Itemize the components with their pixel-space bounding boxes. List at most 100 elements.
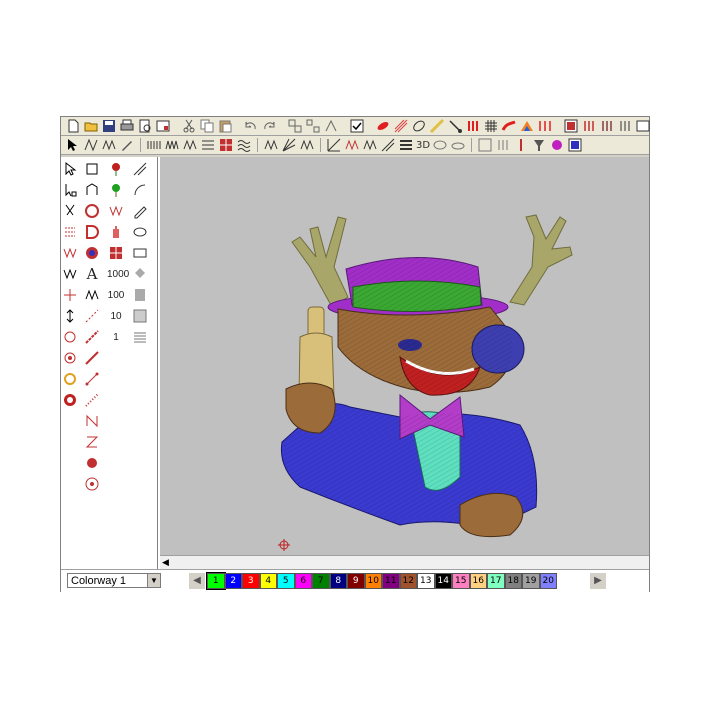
cut-icon[interactable] (181, 118, 197, 134)
chevron-down-icon[interactable]: ▼ (147, 574, 160, 587)
1000-icon[interactable]: 1000 (107, 266, 129, 283)
design-canvas[interactable] (160, 157, 649, 555)
grid-icon[interactable] (483, 118, 499, 134)
letter-g-icon[interactable] (83, 203, 101, 220)
wave-icon[interactable] (182, 137, 198, 153)
stop-icon[interactable] (599, 118, 615, 134)
hoop-icon[interactable] (61, 350, 79, 367)
zigzag-n-icon[interactable] (83, 413, 101, 430)
ripple-icon[interactable] (236, 137, 252, 153)
pencil-icon[interactable] (131, 203, 149, 220)
puff-icon[interactable] (450, 137, 466, 153)
horizontal-scrollbar[interactable]: ◀ (160, 555, 649, 570)
line-icon[interactable] (429, 118, 445, 134)
redo-icon[interactable] (261, 118, 277, 134)
dotted-line-icon[interactable] (83, 308, 101, 325)
color-swatch[interactable]: 15 (452, 573, 470, 589)
ungroup-icon[interactable] (305, 118, 321, 134)
print-icon[interactable] (119, 118, 135, 134)
stitch-type-icon[interactable] (101, 137, 117, 153)
color-swatch[interactable]: 9 (347, 573, 365, 589)
color-swatch[interactable]: 11 (382, 573, 400, 589)
node-select-icon[interactable] (61, 182, 79, 199)
color-swatch[interactable]: 6 (294, 573, 312, 589)
pattern-icon[interactable] (200, 137, 216, 153)
color-swatch[interactable]: 2 (224, 573, 242, 589)
split-icon[interactable] (61, 287, 79, 304)
undo-icon[interactable] (243, 118, 259, 134)
point-line-icon[interactable] (83, 371, 101, 388)
applique-icon[interactable] (501, 118, 517, 134)
color-swatch[interactable]: 1 (206, 572, 226, 590)
chess-icon[interactable] (131, 287, 149, 304)
3d-label[interactable]: 3D (416, 140, 430, 151)
record-icon[interactable] (61, 392, 79, 409)
pen-icon[interactable] (119, 137, 135, 153)
diagonal-lines-icon[interactable] (131, 161, 149, 178)
emboss-icon[interactable] (432, 137, 448, 153)
color-swatch[interactable]: 17 (487, 573, 505, 589)
needle-down-icon[interactable] (513, 137, 529, 153)
outline-icon[interactable] (411, 118, 427, 134)
new-icon[interactable] (65, 118, 81, 134)
color-swatch[interactable]: 19 (522, 573, 540, 589)
colorway-select[interactable]: Colorway 1 ▼ (67, 573, 161, 588)
bead-line-icon[interactable] (83, 329, 101, 346)
select-arrow-icon[interactable] (65, 137, 81, 153)
chain-icon[interactable] (83, 392, 101, 409)
move-icon[interactable] (61, 308, 79, 325)
check-icon[interactable] (349, 118, 365, 134)
lines-icon[interactable] (398, 137, 414, 153)
bottle-icon[interactable] (107, 224, 125, 241)
layout-icon[interactable] (477, 137, 493, 153)
1-icon[interactable]: 1 (107, 329, 125, 346)
contour-icon[interactable] (299, 137, 315, 153)
scissors-icon[interactable] (61, 203, 79, 220)
color-swatch[interactable]: 13 (417, 573, 435, 589)
print-preview-icon[interactable] (137, 118, 153, 134)
letter-d-icon[interactable] (83, 224, 101, 241)
flower-icon[interactable] (107, 161, 125, 178)
10-icon[interactable]: 10 (107, 308, 125, 325)
gradient-icon[interactable] (380, 137, 396, 153)
select-arrow-icon[interactable] (61, 161, 79, 178)
texture-icon[interactable] (131, 308, 149, 325)
break-icon[interactable] (323, 118, 339, 134)
color-swatch[interactable]: 5 (277, 573, 295, 589)
color-swatch[interactable]: 18 (504, 573, 522, 589)
stem-icon[interactable] (83, 350, 101, 367)
circle-icon[interactable] (61, 329, 79, 346)
color-swatch[interactable]: 16 (469, 573, 487, 589)
node-icon[interactable] (83, 161, 101, 178)
lines-block-icon[interactable] (131, 329, 149, 346)
bucket-icon[interactable] (131, 266, 149, 283)
plaid-icon[interactable] (107, 245, 125, 262)
more-icon[interactable] (617, 118, 633, 134)
monogram-icon[interactable] (83, 287, 101, 304)
open-icon[interactable] (83, 118, 99, 134)
reshape-icon[interactable] (83, 137, 99, 153)
text-icon[interactable]: A (83, 266, 101, 283)
color-swatch[interactable]: 4 (259, 573, 277, 589)
scroll-left-icon[interactable]: ◀ (162, 556, 169, 569)
stitch-icon[interactable] (465, 118, 481, 134)
palette-scroll-left-icon[interactable]: ◀ (189, 573, 205, 589)
satin-w-icon[interactable] (61, 245, 79, 262)
color-swatch[interactable]: 7 (312, 573, 330, 589)
star-icon[interactable] (362, 137, 378, 153)
save-icon[interactable] (101, 118, 117, 134)
filter-icon[interactable] (531, 137, 547, 153)
tree-icon[interactable] (107, 182, 125, 199)
fill-w-icon[interactable] (61, 266, 79, 283)
color-swatch[interactable]: 8 (329, 573, 347, 589)
zoom-icon[interactable] (581, 118, 597, 134)
wreath-icon[interactable] (61, 371, 79, 388)
fill-pattern-icon[interactable] (107, 203, 125, 220)
motif-icon[interactable] (263, 137, 279, 153)
spiral-icon[interactable] (344, 137, 360, 153)
zigzag-z-icon[interactable] (83, 434, 101, 451)
paste-icon[interactable] (217, 118, 233, 134)
rectangle-icon[interactable] (131, 245, 149, 262)
satin-icon[interactable] (375, 118, 391, 134)
blob-icon[interactable] (83, 455, 101, 472)
